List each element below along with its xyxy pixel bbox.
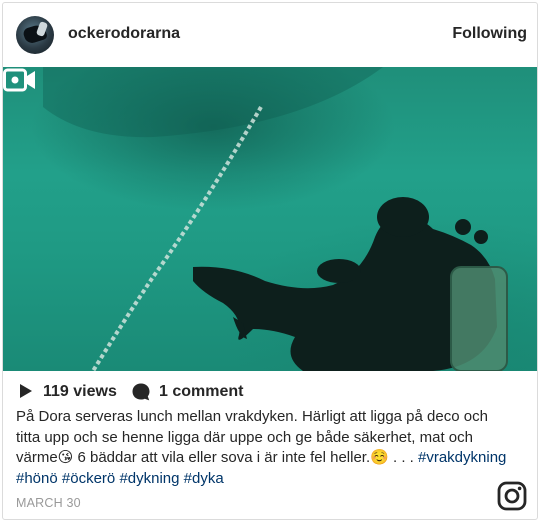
hashtag-link[interactable]: #öckerö (62, 470, 115, 487)
video-camera-icon (3, 68, 35, 92)
post-date[interactable]: MARCH 30 (16, 496, 81, 510)
hashtag-link[interactable]: #vrakdykning (418, 449, 506, 466)
comment-bubble-icon[interactable] (131, 382, 151, 402)
post-caption: På Dora serveras lunch mellan vrakdyken.… (16, 407, 516, 489)
following-button[interactable]: Following (452, 25, 527, 43)
hashtag-link[interactable]: #dykning (119, 470, 179, 487)
video-media[interactable] (3, 67, 537, 371)
username-link[interactable]: ockerodorarna (68, 25, 180, 43)
play-icon (20, 384, 32, 398)
post-header: ockerodorarna Following (3, 3, 537, 67)
hashtag-link[interactable]: #dyka (184, 470, 224, 487)
instagram-embed-card: ockerodorarna Following 119 views 1 comm… (2, 2, 538, 520)
post-actions: 119 views 1 comment (3, 379, 537, 405)
hashtag-link[interactable]: #hönö (16, 470, 58, 487)
comment-count-link[interactable]: 1 comment (159, 383, 243, 401)
underwater-scene (43, 67, 508, 371)
view-count: 119 views (43, 383, 117, 400)
instagram-icon[interactable] (497, 481, 527, 511)
avatar[interactable] (16, 16, 54, 54)
